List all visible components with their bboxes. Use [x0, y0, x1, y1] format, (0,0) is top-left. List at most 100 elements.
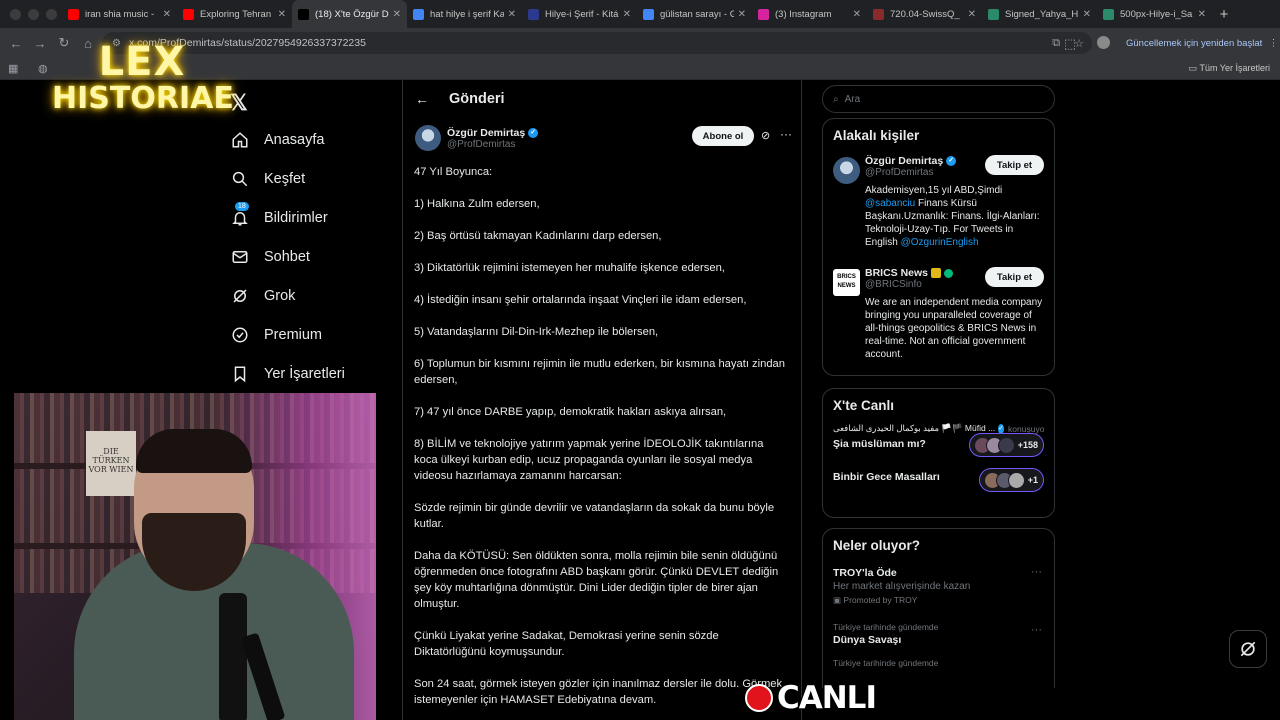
back-arrow-icon[interactable]: ← — [415, 91, 429, 107]
post-paragraph: 6) Toplumun bir kısmını rejimin ile mutl… — [414, 358, 786, 386]
book-title: DIE TÜRKEN VOR WIEN — [88, 447, 134, 474]
listeners-badge[interactable]: +1 — [978, 468, 1044, 492]
sidebar-item-label: Bildirimler — [264, 209, 328, 226]
post-paragraph: 5) Vatandaşlarını Dil-Din-Irk-Mezhep ile… — [414, 326, 659, 338]
live-dot-icon — [745, 684, 773, 712]
mail-icon — [230, 247, 250, 267]
update-button[interactable]: Güncellemek için yeniden başlat ⋮ — [1118, 33, 1278, 53]
sidebar-item-search[interactable]: Keşfet — [230, 159, 400, 198]
related-person[interactable]: Özgür Demirtaş ✓ @ProfDemirtas Akademisye… — [823, 149, 1054, 257]
browser-tab[interactable]: (18) X'te Özgür D ✕ — [292, 0, 407, 28]
listeners-badge[interactable]: +158 — [968, 433, 1044, 457]
person-avatar[interactable] — [833, 157, 860, 184]
post-header: ← Gönderi — [403, 80, 801, 118]
grok-icon — [1240, 641, 1256, 657]
person-bio: Akademisyen,15 yıl ABD,Şimdi @sabanciu F… — [865, 184, 1044, 249]
affiliate-icon — [944, 268, 954, 278]
profile-avatar[interactable] — [1097, 36, 1110, 49]
close-tab-icon[interactable]: ✕ — [163, 9, 171, 20]
trends-card: Neler oluyor? TROY'la Öde Her market alı… — [822, 528, 1055, 688]
related-person[interactable]: BRICS NEWS BRICS News @BRICSinfo We are a… — [823, 261, 1054, 369]
related-people-card: Alakalı kişiler Özgür Demirtaş ✓ @ProfDem… — [822, 118, 1055, 376]
post-paragraph: Son 24 saat, görmek isteyen gözler için … — [414, 678, 783, 706]
promoted-label: Promoted by TROY — [843, 595, 918, 605]
back-icon[interactable]: ← — [4, 36, 28, 51]
grok-float-button[interactable] — [1229, 630, 1267, 668]
grok-icon — [230, 286, 250, 306]
browser-tab[interactable]: iran shia music - ✕ — [62, 0, 177, 28]
search-input[interactable]: ⌕ Ara — [822, 85, 1055, 113]
browser-tab[interactable]: Exploring Tehran ✕ — [177, 0, 292, 28]
sidebar-item-bell[interactable]: 18 Bildirimler — [230, 198, 400, 237]
update-label: Güncellemek için yeniden başlat — [1126, 37, 1263, 49]
trend-item[interactable]: Türkiye tarihinde gündemde Dünya Savaşı … — [823, 612, 1054, 652]
follow-button[interactable]: Takip et — [985, 267, 1044, 287]
all-bookmarks-label: Tüm Yer İşaretleri — [1199, 63, 1270, 73]
new-tab-button[interactable]: + — [1212, 6, 1236, 23]
close-tab-icon[interactable]: ✕ — [738, 9, 746, 20]
browser-tab[interactable]: 720.04-SwissQ_ ✕ — [867, 0, 982, 28]
close-tab-icon[interactable]: ✕ — [853, 9, 861, 20]
person-name: BRICS News — [865, 267, 929, 279]
browser-tab[interactable]: Hilye-i Şerif - Kitá ✕ — [522, 0, 637, 28]
live-space-item[interactable]: Binbir Gece Masalları +1 — [823, 459, 1054, 492]
bookmark-icon — [230, 364, 250, 384]
browser-tab[interactable]: gülistan sarayı - G ✕ — [637, 0, 752, 28]
person-name: Özgür Demirtaş — [865, 155, 944, 167]
search-icon — [230, 169, 250, 189]
browser-tab[interactable]: hat hilye i şerif Ka ✕ — [407, 0, 522, 28]
extensions-icon[interactable]: ⬚ — [1058, 36, 1082, 52]
post-paragraph: 1) Halkına Zulm edersen, — [414, 198, 540, 210]
trend-name: Dünya Savaşı — [833, 634, 902, 646]
more-options-icon[interactable]: ··· — [1031, 624, 1042, 636]
live-space-item[interactable]: مفید بوکمال الحیدری الشافعی 🏳️🏴 Müfid ..… — [823, 419, 1054, 457]
tab-title: (3) Instagram — [775, 8, 832, 20]
author-name-row[interactable]: Özgür Demirtaş ✓ — [447, 127, 539, 139]
brics-avatar[interactable]: BRICS NEWS — [833, 269, 860, 296]
trend-item[interactable]: Türkiye tarihinde gündemde — [823, 652, 1054, 674]
browser-tab[interactable]: (3) Instagram ✕ — [752, 0, 867, 28]
close-tab-icon[interactable]: ✕ — [508, 9, 516, 20]
sidebar-item-premium[interactable]: Premium — [230, 315, 400, 354]
sidebar-item-label: Yer İşaretleri — [264, 365, 345, 382]
close-tab-icon[interactable]: ✕ — [1198, 9, 1206, 20]
sidebar-item-mail[interactable]: Sohbet — [230, 237, 400, 276]
author-avatar[interactable] — [415, 125, 441, 151]
forward-icon[interactable]: → — [28, 36, 52, 51]
follow-button[interactable]: Takip et — [985, 155, 1044, 175]
browser-tab[interactable]: 500px-Hilye-i_Sa ✕ — [1097, 0, 1212, 28]
close-window-button[interactable] — [10, 8, 21, 20]
more-options-icon[interactable]: ··· — [780, 127, 792, 141]
sidebar-item-grok[interactable]: Grok — [230, 276, 400, 315]
close-tab-icon[interactable]: ✕ — [278, 9, 286, 20]
sidebar-item-home[interactable]: Anasayfa — [230, 120, 400, 159]
minimize-window-button[interactable] — [28, 8, 39, 20]
bio-mention-link[interactable]: @OzgurinEnglish — [901, 237, 979, 248]
close-tab-icon[interactable]: ✕ — [393, 9, 401, 20]
post-paragraph: 47 Yıl Boyunca: — [414, 166, 493, 178]
live-label: CANLI — [777, 680, 877, 716]
address-bar[interactable]: ⚙ x.com/ProfDemirtas/status/202795492633… — [102, 32, 1092, 54]
logo-line-2: HISTORIAE — [52, 81, 234, 116]
close-tab-icon[interactable]: ✕ — [623, 9, 631, 20]
more-options-icon[interactable]: ··· — [1031, 566, 1042, 578]
doc-icon — [873, 8, 884, 20]
youtube-icon — [183, 8, 194, 20]
globe-icon[interactable]: ◍ — [38, 62, 48, 75]
browser-tab[interactable]: Signed_Yahya_H ✕ — [982, 0, 1097, 28]
close-tab-icon[interactable]: ✕ — [1083, 9, 1091, 20]
menu-icon[interactable]: ⋮ — [1269, 38, 1279, 49]
author-handle[interactable]: @ProfDemirtas — [447, 139, 538, 150]
all-bookmarks-link[interactable]: ▭ Tüm Yer İşaretleri — [1189, 63, 1270, 74]
close-tab-icon[interactable]: ✕ — [968, 9, 976, 20]
google-icon — [643, 8, 654, 20]
grok-explain-icon[interactable]: ⊘ — [761, 129, 770, 142]
sidebar-item-bookmark[interactable]: Yer İşaretleri — [230, 354, 400, 393]
trend-item[interactable]: TROY'la Öde Her market alışverişinde kaz… — [823, 559, 1054, 612]
subscribe-button[interactable]: Abone ol — [692, 126, 754, 146]
bio-mention-link[interactable]: @sabanciu — [865, 198, 915, 209]
maximize-window-button[interactable] — [46, 8, 57, 20]
notification-badge: 18 — [235, 202, 249, 211]
tab-strip: iran shia music - ✕ Exploring Tehran ✕ (18) … — [62, 0, 1212, 28]
apps-icon[interactable]: ▦ — [8, 62, 18, 75]
